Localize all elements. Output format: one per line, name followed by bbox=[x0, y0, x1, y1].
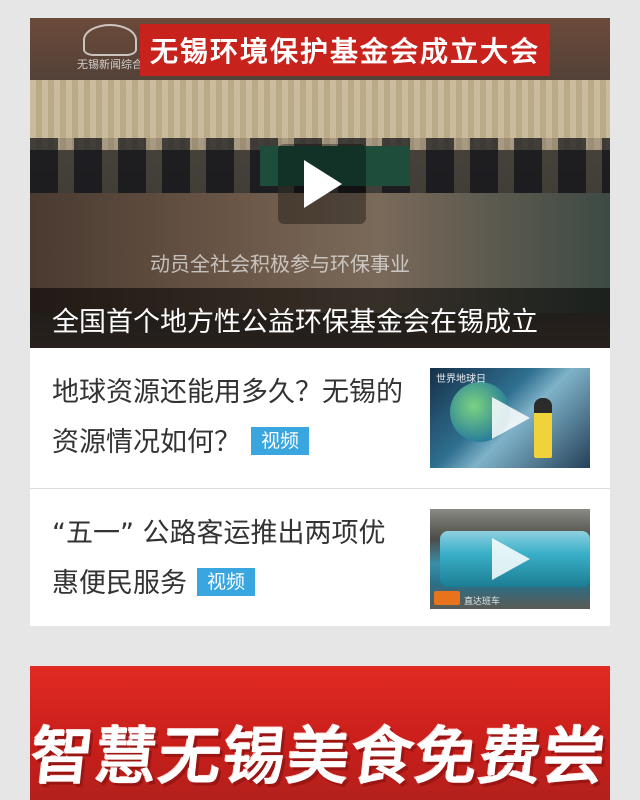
video-tag: 视频 bbox=[251, 426, 310, 455]
thumbnail-anchor bbox=[534, 398, 552, 458]
thumbnail-label: 世界地球日 bbox=[436, 374, 486, 385]
news-title[interactable]: 地球资源还能用多久？无锡的资源情况如何？ 视频 bbox=[52, 368, 412, 468]
play-icon bbox=[492, 397, 530, 439]
thumbnail-label: 直达班车 bbox=[464, 597, 501, 607]
play-icon bbox=[492, 538, 530, 580]
news-thumbnail[interactable]: 直达班车 bbox=[430, 509, 590, 609]
news-card: 无锡新闻综合 无锡环境保护基金会成立大会 动员全社会积极参与环保事业 全国首个地… bbox=[30, 18, 610, 626]
ad-text: 智慧无锡美食免费尝 bbox=[30, 720, 610, 793]
news-thumbnail[interactable]: 世界地球日 bbox=[430, 368, 590, 468]
news-title[interactable]: “五一” 公路客运推出两项优惠便民服务 视频 bbox=[52, 509, 412, 609]
hero-banner: 无锡环境保护基金会成立大会 bbox=[140, 24, 550, 76]
hero-play-button[interactable] bbox=[278, 144, 366, 224]
play-icon bbox=[304, 160, 342, 208]
station-logo bbox=[434, 591, 460, 605]
channel-logo-icon bbox=[83, 24, 137, 56]
news-item[interactable]: “五一” 公路客运推出两项优惠便民服务 视频 直达班车 bbox=[30, 488, 610, 629]
hero-caption[interactable]: 全国首个地方性公益环保基金会在锡成立 bbox=[52, 300, 538, 339]
hero-subtitle: 动员全社会积极参与环保事业 bbox=[150, 252, 410, 276]
news-item[interactable]: 地球资源还能用多久？无锡的资源情况如何？ 视频 世界地球日 bbox=[30, 348, 610, 488]
ad-banner[interactable]: 智慧无锡美食免费尝 bbox=[30, 666, 610, 800]
video-tag: 视频 bbox=[197, 567, 256, 596]
hero-video[interactable]: 无锡新闻综合 无锡环境保护基金会成立大会 动员全社会积极参与环保事业 全国首个地… bbox=[30, 18, 610, 348]
news-title-text: 地球资源还能用多久？无锡的资源情况如何？ bbox=[52, 377, 403, 458]
channel-logo-text: 无锡新闻综合 bbox=[77, 58, 143, 71]
